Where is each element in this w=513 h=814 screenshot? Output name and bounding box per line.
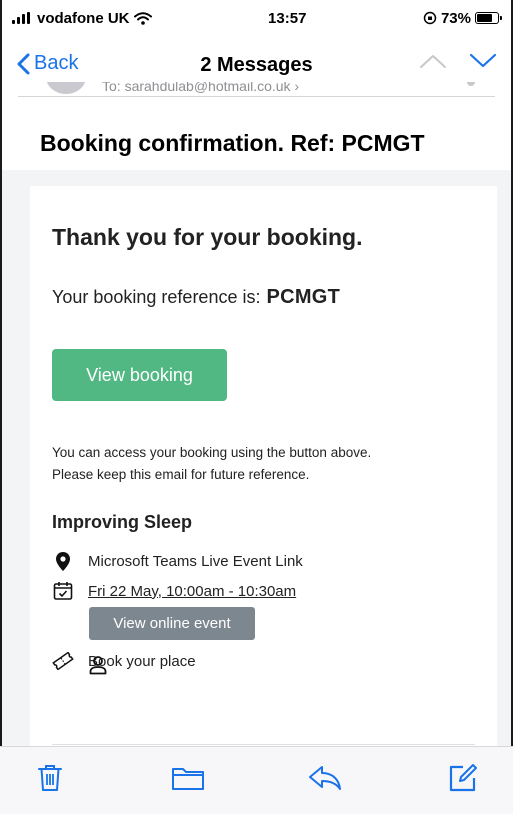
battery-fill <box>476 14 492 22</box>
signal-icon <box>12 12 30 24</box>
trash-icon <box>38 764 62 791</box>
reference-label: Your booking reference is: <box>52 287 261 307</box>
info-dot <box>467 82 475 86</box>
folder-icon <box>171 767 204 790</box>
booking-reference-line: Your booking reference is: PCMGT <box>52 286 340 309</box>
sender-header: To: sarahdulab@hotmail.co.uk › <box>18 82 495 96</box>
datetime-text[interactable]: Fri 22 May, 10:00am - 10:30am <box>88 583 296 600</box>
recipient-line[interactable]: To: sarahdulab@hotmail.co.uk › <box>102 82 299 94</box>
thanks-heading: Thank you for your booking. <box>52 224 363 250</box>
event-title: Improving Sleep <box>52 512 193 532</box>
compose-icon <box>449 763 477 791</box>
mail-toolbar <box>0 746 513 814</box>
email-subject: Booking confirmation. Ref: PCMGT <box>40 130 425 156</box>
reference-code: PCMGT <box>266 286 341 308</box>
card-divider <box>52 744 475 745</box>
back-button[interactable]: Back <box>16 52 78 75</box>
view-online-event-button[interactable]: View online event <box>89 607 255 640</box>
wifi-icon <box>133 11 152 25</box>
chevron-down-icon[interactable] <box>469 52 497 70</box>
status-time: 13:57 <box>268 9 307 27</box>
avatar <box>46 82 86 94</box>
calendar-icon <box>52 580 74 602</box>
view-booking-button[interactable]: View booking <box>52 349 227 401</box>
reply-icon <box>309 765 342 790</box>
reply-button[interactable] <box>307 760 343 796</box>
chevron-left-icon <box>17 53 30 74</box>
header-divider <box>18 96 495 97</box>
battery-percent: 73% <box>440 9 471 27</box>
book-place-row: Book your place <box>52 650 196 672</box>
orientation-lock-icon <box>423 11 437 25</box>
message-nav-arrows <box>419 52 497 70</box>
status-right: 73% <box>423 9 502 27</box>
note-line-2: Please keep this email for future refere… <box>52 467 310 482</box>
nav-title: 2 Messages <box>200 53 313 76</box>
compose-button[interactable] <box>445 760 481 796</box>
chevron-up-icon[interactable] <box>419 52 447 70</box>
event-location: Microsoft Teams Live Event Link <box>52 550 303 572</box>
delete-button[interactable] <box>32 760 68 796</box>
person-icon <box>89 656 107 675</box>
ticket-icon <box>52 650 74 672</box>
status-left: vodafone UK <box>12 10 152 27</box>
back-label: Back <box>34 52 79 74</box>
status-bar: vodafone UK 13:57 73% <box>0 0 513 36</box>
note-line-1: You can access your booking using the bu… <box>52 445 372 460</box>
event-datetime[interactable]: Fri 22 May, 10:00am - 10:30am <box>52 580 296 602</box>
move-to-folder-button[interactable] <box>170 760 206 796</box>
access-note: You can access your booking using the bu… <box>52 442 371 486</box>
location-text: Microsoft Teams Live Event Link <box>88 552 303 570</box>
carrier-name: vodafone UK <box>37 9 130 27</box>
map-pin-icon <box>52 550 74 572</box>
battery-icon <box>474 12 502 24</box>
